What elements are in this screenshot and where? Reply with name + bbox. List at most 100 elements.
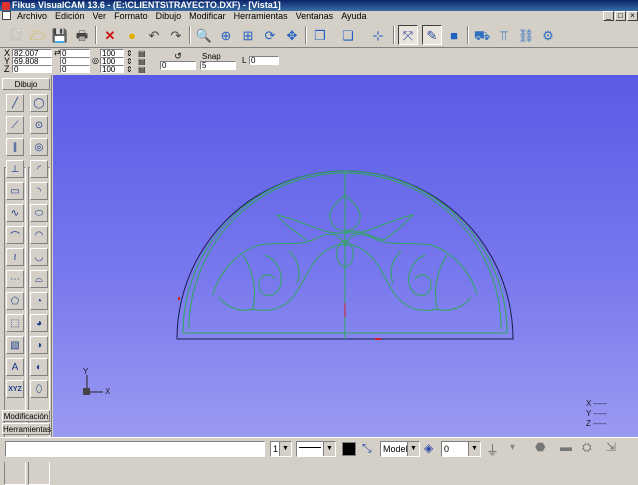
x-coord-field[interactable]: 82,007 bbox=[12, 49, 52, 57]
line-tool-icon[interactable]: ╱ bbox=[6, 94, 24, 112]
arc-center-icon[interactable]: ◔ bbox=[30, 292, 48, 310]
open-folder-icon[interactable]: 🗁 bbox=[28, 25, 48, 45]
arc-start-icon[interactable]: ◐ bbox=[30, 358, 48, 376]
filter-icon[interactable]: ⏚ bbox=[486, 440, 499, 459]
perpendicular-line-icon[interactable]: ⊥ bbox=[6, 160, 24, 178]
fillet-tool-icon[interactable]: ⌓ bbox=[30, 270, 48, 288]
menu-edicion[interactable]: Edición bbox=[51, 11, 89, 22]
menu-formato[interactable]: Formato bbox=[110, 11, 152, 22]
axes-icon[interactable]: ⊹ bbox=[368, 25, 388, 45]
arc-radius-icon[interactable]: ◕ bbox=[30, 314, 48, 332]
drawing-canvas[interactable]: Y X X ----- Y ----- Z ----- bbox=[53, 75, 638, 437]
tool-path-icon[interactable]: ⤧ bbox=[398, 25, 418, 45]
scale-z-field[interactable]: 100 bbox=[100, 65, 124, 73]
view-cube-icon[interactable]: ❒ bbox=[310, 25, 330, 45]
layers-icon[interactable]: ◈ bbox=[424, 441, 433, 455]
menu-ventanas[interactable]: Ventanas bbox=[292, 11, 338, 22]
grid-c-icon[interactable]: ▤ bbox=[138, 65, 146, 74]
tab-herramientas[interactable]: Herramientas bbox=[2, 423, 51, 435]
chevron-down-icon[interactable]: ▼ bbox=[323, 442, 335, 456]
arc-tool-icon[interactable]: ◜ bbox=[30, 160, 48, 178]
tool-holder-icon[interactable]: ⬣ bbox=[535, 440, 545, 454]
orbit-icon[interactable]: ⟳ bbox=[260, 25, 280, 45]
menu-archivo[interactable]: Archivo bbox=[13, 11, 51, 22]
offset-y-field[interactable]: 0 bbox=[60, 57, 90, 65]
scale-y-field[interactable]: 100 bbox=[100, 57, 124, 65]
rectangle-tool-icon[interactable]: ▭ bbox=[6, 182, 24, 200]
solid-icon[interactable]: ■ bbox=[444, 25, 464, 45]
tool-icon[interactable]: ⫪ bbox=[494, 25, 514, 45]
arc-tangent-icon[interactable]: ◠ bbox=[30, 226, 48, 244]
chevron-down-icon[interactable]: ▼ bbox=[468, 442, 480, 456]
offset-z-field[interactable]: 0 bbox=[60, 65, 90, 73]
parallel-line-icon[interactable]: ∥ bbox=[6, 138, 24, 156]
undo-icon[interactable]: ↶ bbox=[144, 25, 164, 45]
text-tool-icon[interactable]: A bbox=[6, 358, 24, 376]
menu-dibujo[interactable]: Dibujo bbox=[152, 11, 186, 22]
length-field[interactable]: 0 bbox=[249, 56, 279, 65]
offset-x-field[interactable]: 0 bbox=[60, 49, 90, 57]
hatch-tool-icon[interactable]: ▧ bbox=[6, 336, 24, 354]
zoom-window-icon[interactable]: ⊕ bbox=[216, 25, 236, 45]
curve-tool-icon[interactable]: ⌒ bbox=[6, 226, 24, 244]
layer-number-select[interactable]: 1 ▼ bbox=[270, 441, 292, 457]
drawing-svg[interactable] bbox=[53, 75, 638, 437]
bezier-tool-icon[interactable]: ≀ bbox=[6, 248, 24, 266]
pan-icon[interactable]: ✥ bbox=[282, 25, 302, 45]
more-icon[interactable]: ▾ bbox=[510, 442, 515, 453]
z-coord-field[interactable]: 0 bbox=[12, 65, 52, 73]
offset-tool-icon[interactable]: ⬚ bbox=[6, 314, 24, 332]
tab-modificacion[interactable]: Modificación bbox=[2, 410, 50, 422]
polyline-tool-icon[interactable]: ⟋ bbox=[6, 116, 24, 134]
zoom-extents-icon[interactable]: ⊞ bbox=[238, 25, 258, 45]
delete-icon[interactable]: ✕ bbox=[100, 25, 120, 45]
polygon-tool-icon[interactable]: ⬠ bbox=[6, 292, 24, 310]
y-coord-field[interactable]: 69,808 bbox=[12, 57, 52, 65]
block-icon[interactable]: ▬ bbox=[560, 440, 572, 454]
dashed-line-icon[interactable]: ⋯ bbox=[6, 270, 24, 288]
ellipse-arc-icon[interactable]: ⬯ bbox=[30, 380, 48, 398]
save-icon[interactable]: 💾 bbox=[50, 25, 70, 45]
export-icon[interactable]: ⇲ bbox=[606, 440, 616, 454]
line-style-select[interactable]: ▼ bbox=[296, 441, 336, 457]
menu-herramientas[interactable]: Herramientas bbox=[230, 11, 292, 22]
menu-ayuda[interactable]: Ayuda bbox=[337, 11, 370, 22]
circle-center-icon[interactable]: ⊙ bbox=[30, 116, 48, 134]
minimize-button[interactable]: _ bbox=[603, 11, 614, 21]
new-file-icon[interactable]: 🗋 bbox=[6, 25, 26, 45]
ucs-icon[interactable]: ⤡ bbox=[362, 441, 372, 456]
chevron-down-icon[interactable]: ▼ bbox=[279, 442, 291, 456]
layer-select[interactable]: 0 ▼ bbox=[441, 441, 481, 457]
maximize-button[interactable]: □ bbox=[615, 11, 626, 21]
print-icon[interactable]: 🖶 bbox=[72, 25, 92, 45]
view-iso-icon[interactable]: ❏ bbox=[338, 25, 358, 45]
ellipse-tool-icon[interactable]: ⬭ bbox=[30, 204, 48, 222]
close-button[interactable]: × bbox=[627, 11, 638, 21]
redo-icon[interactable]: ↷ bbox=[166, 25, 186, 45]
menu-ver[interactable]: Ver bbox=[89, 11, 111, 22]
arc-end-icon[interactable]: ◑ bbox=[30, 336, 48, 354]
zoom-icon[interactable]: 🔍 bbox=[194, 25, 214, 45]
rotate-icon[interactable]: ↺ bbox=[160, 52, 196, 61]
document-icon[interactable] bbox=[2, 11, 11, 20]
circle-tool-icon[interactable]: ◯ bbox=[30, 94, 48, 112]
postprocess-icon[interactable]: ⚙ bbox=[538, 25, 558, 45]
chevron-down-icon[interactable]: ▼ bbox=[407, 442, 419, 456]
angle-field[interactable]: 0 bbox=[160, 61, 196, 70]
arc-angle-icon[interactable]: ◡ bbox=[30, 248, 48, 266]
paint-icon[interactable]: ● bbox=[122, 25, 142, 45]
view-mode-select[interactable]: Modelo ▼ bbox=[380, 441, 420, 457]
tab-dibujo[interactable]: Dibujo bbox=[2, 78, 50, 90]
spin-z-icon[interactable]: ⇕ bbox=[126, 65, 133, 74]
tool-edit-icon[interactable]: ✎ bbox=[422, 25, 442, 45]
simulate-icon[interactable]: ⛓ bbox=[516, 25, 536, 45]
scale-x-field[interactable]: 100 bbox=[100, 49, 124, 57]
menu-modificar[interactable]: Modificar bbox=[185, 11, 230, 22]
machine-icon[interactable]: ⛟ bbox=[472, 25, 492, 45]
color-swatch[interactable] bbox=[342, 442, 356, 456]
xyz-point-icon[interactable]: XYZ bbox=[6, 380, 24, 398]
circle-3pt-icon[interactable]: ◎ bbox=[30, 138, 48, 156]
command-input[interactable] bbox=[5, 441, 265, 457]
arc-3pt-icon[interactable]: ◝ bbox=[30, 182, 48, 200]
spline-tool-icon[interactable]: ∿ bbox=[6, 204, 24, 222]
